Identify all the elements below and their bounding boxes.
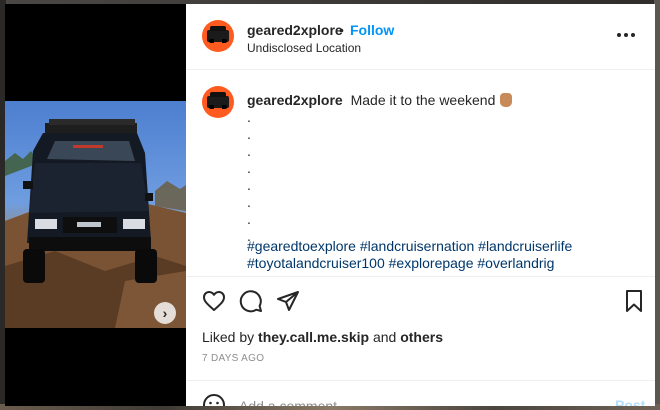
share-icon[interactable] [276,289,300,313]
post-photo: › [5,101,186,328]
liked-by-user-link[interactable]: they.call.me.skip [258,329,369,345]
username-link[interactable]: geared2xplore [247,22,343,38]
post-details-panel: geared2xplore • Follow Undisclosed Locat… [186,4,655,406]
bookmark-icon[interactable] [622,289,646,313]
liked-by-others-link[interactable]: others [400,329,443,345]
emoji-picker-icon[interactable] [202,393,226,406]
caption-dot: . [247,177,251,193]
next-photo-button[interactable]: › [154,302,176,324]
post-header: geared2xplore • Follow Undisclosed Locat… [186,4,655,70]
caption-dot: . [247,109,251,125]
post-modal: › geared2xplore • Follow Undisclosed Loc… [5,4,655,406]
separator-dot: • [339,22,344,38]
avatar-truck-graphic [207,92,229,109]
truck-photo [5,119,186,328]
post-timestamp[interactable]: 7 DAYS AGO [202,353,264,364]
caption-dot: . [247,194,251,210]
chevron-right-icon: › [162,305,168,321]
liked-by-text: Liked by they.call.me.skip and others [202,329,443,345]
post-media: › [5,4,186,406]
avatar-truck-graphic [207,26,229,43]
caption-username-link[interactable]: geared2xplore [247,92,343,108]
caption-dot: . [247,211,251,227]
follow-button[interactable]: Follow [350,22,394,38]
caption-avatar[interactable] [202,86,234,118]
caption-body: Made it to the weekend [350,92,496,108]
caption-dot: . [247,126,251,142]
hashtags-line-2[interactable]: #toyotalandcruiser100 #explorepage #over… [247,255,647,272]
comment-icon[interactable] [239,289,263,313]
post-comment-button[interactable]: Post [615,397,645,406]
caption-dot: . [247,143,251,159]
caption-dot: . [247,160,251,176]
caption-section: geared2xplore Made it to the weekend . .… [186,70,655,276]
liked-by-prefix: Liked by [202,329,255,345]
more-options-icon[interactable] [617,32,637,38]
hashtags-line-1[interactable]: #gearedtoexplore #landcruisernation #lan… [247,238,647,255]
heart-icon[interactable] [202,289,226,313]
caption-dot-lines: . . . . . . . . [247,109,251,245]
liked-by-and: and [372,329,397,345]
avatar[interactable] [202,20,234,52]
hashtag-links[interactable]: #gearedtoexplore #landcruisernation #lan… [247,238,647,272]
comment-input[interactable] [239,397,579,406]
caption-text: geared2xplore Made it to the weekend [247,91,642,109]
sign-of-the-horns-emoji [500,93,513,107]
location-link[interactable]: Undisclosed Location [247,41,361,55]
post-actions: Liked by they.call.me.skip and others 7 … [186,276,655,380]
comment-bar: Post [186,380,655,406]
